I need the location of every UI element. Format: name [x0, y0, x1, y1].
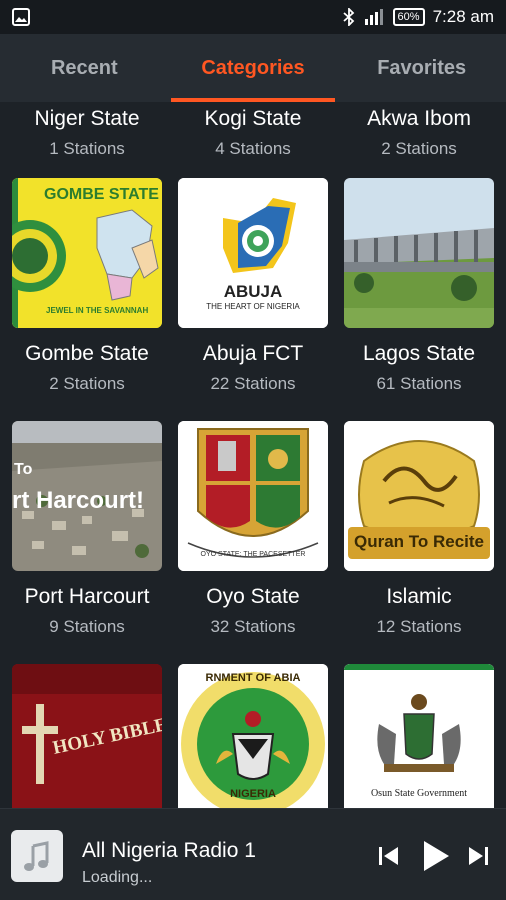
abuja-logo-title: ABUJA	[223, 282, 283, 301]
category-count: 1 Stations	[49, 139, 125, 158]
category-thumbnail: GOMBE STATE JEWEL IN THE SAVANNAH	[12, 178, 162, 328]
category-count: 2 Stations	[381, 139, 457, 158]
abia-seal-image	[178, 664, 328, 808]
player-status: Loading...	[82, 869, 153, 886]
category-kogi-state[interactable]: Kogi State 4 Stations	[178, 102, 328, 159]
abia-seal-top-text: RNMENT OF ABIA	[205, 672, 301, 684]
category-akwa-ibom[interactable]: Akwa Ibom 2 Stations	[344, 102, 494, 159]
category-christian[interactable]: HOLY BIBLE	[12, 664, 162, 808]
osun-crest-image	[344, 664, 494, 808]
category-count: 22 Stations	[210, 374, 296, 393]
category-count: 2 Stations	[49, 374, 125, 393]
battery-icon: 60%	[392, 8, 425, 26]
clock: 7:28 am	[432, 7, 494, 26]
port-harcourt-overlay-text: rt Harcourt!	[12, 487, 145, 514]
category-thumbnail: Quran To Recite	[344, 421, 494, 571]
category-name: Abuja FCT	[202, 342, 304, 365]
player-title: All Nigeria Radio 1	[82, 839, 256, 862]
category-oyo-state[interactable]: OYO STATE: THE PACESETTER Oyo State 32 S…	[178, 421, 328, 637]
skip-previous-icon[interactable]	[374, 841, 404, 871]
category-niger-state[interactable]: Niger State 1 Stations	[12, 102, 162, 159]
oyo-crest-image	[178, 421, 328, 571]
lagos-stadium-image	[344, 178, 494, 328]
osun-crest-caption: Osun State Government	[370, 788, 468, 799]
category-count: 32 Stations	[210, 617, 296, 636]
category-name: Niger State	[34, 107, 140, 130]
category-lagos-state[interactable]: Lagos State 61 Stations	[344, 178, 494, 394]
category-grid[interactable]: Niger State 1 Stations Kogi State 4 Stat…	[0, 102, 506, 808]
category-count: 61 Stations	[376, 374, 462, 393]
category-thumbnail: OYO STATE: THE PACESETTER	[178, 421, 328, 571]
category-thumbnail: Osun State Government	[344, 664, 494, 808]
category-gombe-state[interactable]: GOMBE STATE JEWEL IN THE SAVANNAH Gombe …	[12, 178, 162, 394]
category-islamic[interactable]: Quran To Recite Islamic 12 Stations	[344, 421, 494, 637]
signal-icon	[364, 9, 383, 25]
album-art	[11, 830, 63, 882]
bluetooth-icon	[342, 8, 354, 26]
category-name: Kogi State	[204, 107, 302, 130]
category-abuja-fct[interactable]: ABUJA THE HEART OF NIGERIA Abuja FCT 22 …	[178, 178, 328, 394]
tab-bar: Recent Categories Favorites	[0, 34, 506, 102]
category-count: 4 Stations	[215, 139, 291, 158]
tab-favorites[interactable]: Favorites	[337, 34, 506, 102]
category-name: Gombe State	[25, 342, 149, 365]
oyo-crest-motto: OYO STATE: THE PACESETTER	[200, 551, 306, 558]
category-osun-state[interactable]: Osun State Government	[344, 664, 494, 808]
mini-player[interactable]: All Nigeria Radio 1 Loading...	[0, 808, 506, 900]
category-abia-state[interactable]: RNMENT OF ABIA NIGERIA	[178, 664, 328, 808]
islamic-logo-caption: Quran To Recite	[353, 532, 485, 551]
port-harcourt-overlay-to: To	[14, 461, 33, 478]
category-thumbnail: ABUJA THE HEART OF NIGERIA	[178, 178, 328, 328]
category-name: Oyo State	[206, 585, 300, 608]
status-bar: 60% 7:28 am	[0, 0, 506, 34]
category-name: Akwa Ibom	[367, 107, 471, 130]
category-name: Lagos State	[362, 342, 476, 365]
tab-recent[interactable]: Recent	[0, 34, 169, 102]
gombe-logo-title: GOMBE STATE	[44, 186, 159, 203]
category-name: Islamic	[386, 585, 452, 608]
category-thumbnail	[344, 178, 494, 328]
play-icon[interactable]	[417, 838, 453, 874]
category-name: Port Harcourt	[24, 585, 150, 608]
category-thumbnail: RNMENT OF ABIA NIGERIA	[178, 664, 328, 808]
category-port-harcourt[interactable]: To rt Harcourt! Port Harcourt 9 Stations	[12, 421, 162, 637]
category-count: 12 Stations	[376, 617, 462, 636]
skip-next-icon[interactable]	[463, 841, 493, 871]
category-thumbnail: To rt Harcourt!	[12, 421, 162, 571]
category-thumbnail: HOLY BIBLE	[12, 664, 162, 808]
category-count: 9 Stations	[49, 617, 125, 636]
music-note-icon	[24, 841, 49, 871]
abuja-logo-motto: THE HEART OF NIGERIA	[206, 302, 300, 311]
gombe-logo-motto: JEWEL IN THE SAVANNAH	[46, 306, 149, 315]
tab-categories[interactable]: Categories	[169, 34, 338, 102]
image-notification-icon	[12, 8, 30, 26]
abia-seal-bottom-text: NIGERIA	[230, 788, 276, 800]
